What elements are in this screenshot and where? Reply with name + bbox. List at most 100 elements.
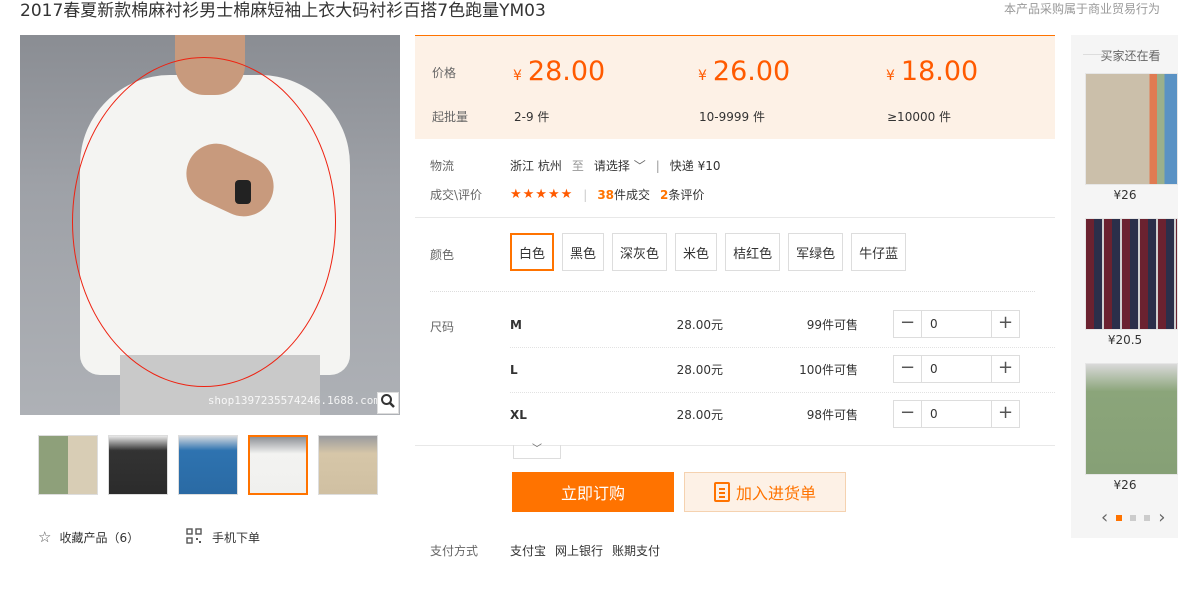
buy-now-button[interactable]: 立即订购 <box>512 472 674 512</box>
color-option-army-green[interactable]: 军绿色 <box>788 233 844 271</box>
thumbnail-3[interactable] <box>178 435 238 495</box>
color-option-orange-red[interactable]: 桔红色 <box>725 233 781 271</box>
moq-tier-3: ≥10000 件 <box>887 110 952 124</box>
reviews-link[interactable]: 2条评价 <box>660 186 704 203</box>
orders-text: 件成交 <box>614 188 651 202</box>
highlight-ellipse <box>72 57 336 387</box>
size-row-l: L 28.00元 100件可售 − 0 + <box>510 347 1055 392</box>
price-panel: 价格 起批量 ¥28.00 ¥26.00 ¥18.00 2-9 件 10-999… <box>415 35 1055 139</box>
destination-select[interactable]: 请选择 ﹀ <box>594 157 646 174</box>
pager-dot-3[interactable] <box>1144 514 1151 521</box>
chevron-down-icon: ﹀ <box>532 444 542 455</box>
size-stock: 98件可售 <box>806 408 858 422</box>
favorite-button[interactable]: ☆ 收藏产品（6） <box>38 528 139 546</box>
logistics-row: 浙江 杭州 至 请选择 ﹀ | 快递 ¥10 <box>510 157 720 174</box>
recommended-item-2[interactable] <box>1085 218 1178 330</box>
recommended-item-3[interactable] <box>1085 363 1178 475</box>
size-price: 28.00元 <box>676 363 723 377</box>
size-label: 尺码 <box>430 320 455 334</box>
thumbnail-1[interactable] <box>38 435 98 495</box>
chevron-left-icon[interactable]: ‹ <box>1101 507 1108 528</box>
color-options: 白色 黑色 深灰色 米色 桔红色 军绿色 牛仔蓝 <box>510 233 907 271</box>
color-option-denim-blue[interactable]: 牛仔蓝 <box>851 233 907 271</box>
size-price: 28.00元 <box>676 318 723 332</box>
pager-dot-1[interactable] <box>1116 514 1123 521</box>
color-option-beige[interactable]: 米色 <box>675 233 718 271</box>
size-row-m: M 28.00元 99件可售 − 0 + <box>510 302 1055 347</box>
plus-icon[interactable]: + <box>992 311 1019 337</box>
currency-symbol: ¥ <box>513 68 522 84</box>
quantity-stepper: − 0 + <box>893 355 1020 383</box>
thumbnail-2[interactable] <box>108 435 168 495</box>
sidebar-title: 买家还在看 <box>1083 47 1178 64</box>
expand-sizes-button[interactable]: ﹀ <box>513 445 561 459</box>
chevron-right-icon[interactable]: › <box>1158 507 1165 528</box>
moq-tier-1: 2-9 件 <box>514 110 550 124</box>
color-option-black[interactable]: 黑色 <box>562 233 605 271</box>
price-label: 价格 <box>432 66 457 80</box>
rating-row: ★★★★★ | 38件成交 2条评价 <box>510 186 704 203</box>
deals-label: 成交\评价 <box>430 188 483 202</box>
chevron-down-icon: ﹀ <box>633 159 646 173</box>
favorite-label: 收藏产品（6） <box>59 530 140 545</box>
main-product-image[interactable]: shop1397235574246.1688.com <box>20 35 400 415</box>
payment-online-bank: 网上银行 <box>555 544 604 558</box>
plus-icon[interactable]: + <box>992 356 1019 382</box>
size-name: L <box>510 362 518 377</box>
minus-icon[interactable]: − <box>894 356 921 382</box>
recommended-item-1[interactable] <box>1085 73 1178 185</box>
section-divider <box>415 445 1055 446</box>
size-name: XL <box>510 407 527 422</box>
trade-notice: 本产品采购属于商业贸易行为 <box>1003 2 1160 16</box>
payment-credit: 账期支付 <box>612 544 661 558</box>
express-fee: 快递 ¥10 <box>669 159 721 173</box>
moq-tier-2: 10-9999 件 <box>699 110 765 124</box>
color-option-white[interactable]: 白色 <box>510 233 555 271</box>
quantity-input[interactable]: 0 <box>921 356 992 382</box>
orders-link[interactable]: 38件成交 <box>597 186 650 203</box>
color-label: 颜色 <box>430 248 455 262</box>
section-divider <box>415 217 1055 218</box>
price-tier-3: ¥18.00 <box>886 56 978 87</box>
mobile-order-button[interactable]: 手机下单 <box>186 528 260 547</box>
size-stock: 99件可售 <box>806 318 858 332</box>
color-option-dark-gray[interactable]: 深灰色 <box>612 233 668 271</box>
mobile-order-label: 手机下单 <box>212 531 261 545</box>
thumbnail-strip <box>38 435 378 495</box>
payment-alipay: 支付宝 <box>510 544 547 558</box>
size-stock: 100件可售 <box>799 363 858 377</box>
pager-dot-2[interactable] <box>1130 514 1137 521</box>
size-row-xl: XL 28.00元 98件可售 − 0 + <box>510 392 1055 437</box>
section-divider <box>430 291 1035 292</box>
destination-select-label: 请选择 <box>593 159 630 173</box>
currency-symbol: ¥ <box>886 68 895 84</box>
price-tier-1: ¥28.00 <box>513 56 605 87</box>
add-to-cart-button[interactable]: 加入进货单 <box>684 472 846 512</box>
add-to-cart-label: 加入进货单 <box>735 484 816 503</box>
reviews-text: 条评价 <box>668 188 705 202</box>
image-watermark: shop1397235574246.1688.com <box>207 394 380 407</box>
divider: | <box>583 187 588 202</box>
thumbnail-5[interactable] <box>318 435 378 495</box>
moq-label: 起批量 <box>432 110 469 124</box>
quantity-input[interactable]: 0 <box>921 401 992 427</box>
thumbnail-4[interactable] <box>248 435 308 495</box>
price-value: 26.00 <box>712 56 791 87</box>
clipboard-icon <box>713 482 730 502</box>
size-price: 28.00元 <box>676 408 723 422</box>
qr-code-icon <box>186 528 202 547</box>
magnifier-icon[interactable] <box>377 392 399 414</box>
minus-icon[interactable]: − <box>894 401 921 427</box>
rating-stars-icon: ★★★★★ <box>510 187 574 202</box>
logistics-label: 物流 <box>430 159 455 173</box>
divider: | <box>655 158 660 173</box>
also-viewed-sidebar: 买家还在看 ¥26 ¥20.5 ¥26 ‹ › <box>1071 35 1178 538</box>
to-word: 至 <box>571 159 584 173</box>
payment-methods: 支付宝 网上银行 账期支付 <box>510 542 660 559</box>
minus-icon[interactable]: − <box>894 311 921 337</box>
plus-icon[interactable]: + <box>992 401 1019 427</box>
ship-from: 浙江 杭州 <box>510 159 562 173</box>
quantity-input[interactable]: 0 <box>921 311 992 337</box>
recommended-price-3: ¥26 <box>1113 478 1137 492</box>
recommended-price-1: ¥26 <box>1113 188 1137 202</box>
